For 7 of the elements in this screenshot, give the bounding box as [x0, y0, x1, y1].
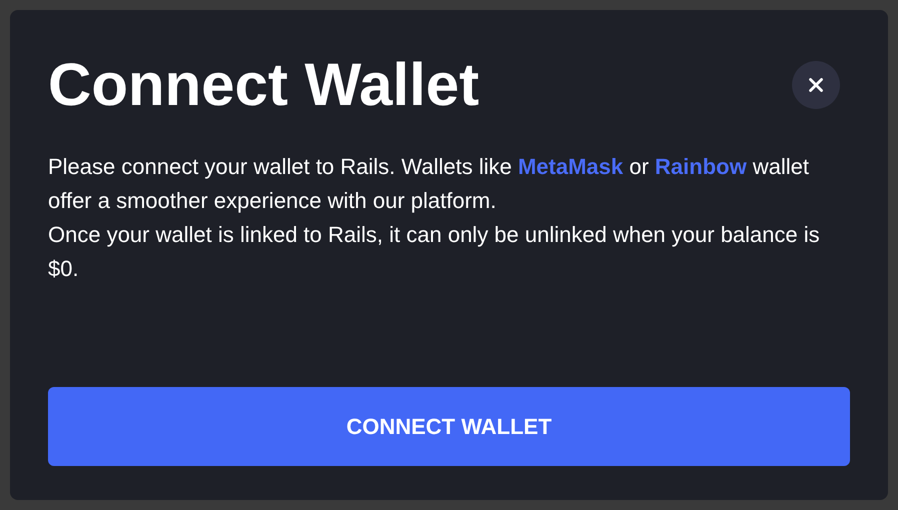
connect-wallet-button[interactable]: CONNECT WALLET — [48, 387, 850, 466]
close-button[interactable] — [792, 61, 840, 109]
description-text: Please connect your wallet to Rails. Wallets like MetaMask or Rainbow wallet offer a smoother experience with our platform. — [48, 153, 810, 215]
wallet-link[interactable]: Rainbow — [654, 154, 747, 179]
wallet-link[interactable]: MetaMask — [518, 154, 624, 179]
description-text: Once your wallet is linked to Rails, it can only be unlinked when your balance is $0. — [48, 221, 821, 283]
dialog-title: Connect Wallet — [48, 50, 480, 120]
